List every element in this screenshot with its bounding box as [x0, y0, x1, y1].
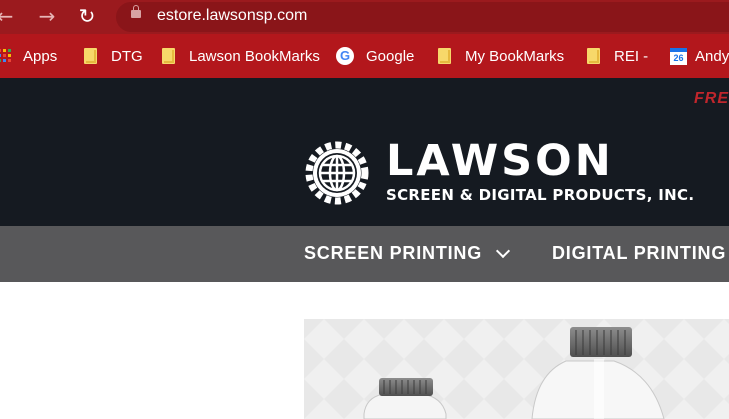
bookmark-google[interactable]: G Google [336, 46, 414, 66]
apps-grid-icon [0, 49, 11, 63]
reload-icon[interactable]: ↻ [76, 5, 98, 27]
url-text[interactable]: estore.lawsonsp.com [157, 7, 307, 25]
hero-image [304, 319, 729, 419]
promo-banner-text[interactable]: FRE [694, 90, 729, 108]
folder-icon [438, 48, 451, 64]
calendar-icon: 26 [670, 47, 687, 65]
logo-subtitle: SCREEN & DIGITAL PRODUCTS, INC. [386, 186, 695, 204]
bookmark-label: Google [366, 47, 415, 65]
bookmark-label: Andy [695, 47, 729, 65]
bookmark-label: My BookMarks [465, 47, 565, 65]
nav-item-screen-printing[interactable]: SCREEN PRINTING [304, 243, 511, 264]
back-arrow-icon[interactable]: ← [0, 5, 16, 27]
folder-icon [587, 48, 600, 64]
lock-icon[interactable] [131, 5, 141, 18]
lawson-logo[interactable]: LAWSON SCREEN & DIGITAL PRODUCTS, INC. [304, 136, 694, 208]
bookmark-dtg[interactable]: DTG [84, 46, 143, 66]
bookmark-label: Lawson BookMarks [189, 47, 320, 65]
nav-item-digital-printing[interactable]: DIGITAL PRINTING [552, 243, 726, 264]
forward-arrow-icon[interactable]: → [36, 5, 58, 27]
globe-gear-icon [305, 141, 369, 205]
bookmark-apps[interactable]: Apps [0, 46, 57, 66]
browser-toolbar: ← → ↻ estore.lawsonsp.com [0, 0, 729, 34]
nav-item-label: SCREEN PRINTING [304, 243, 483, 263]
bookmark-label: Apps [23, 47, 58, 65]
bookmark-label: DTG [111, 47, 143, 65]
folder-icon [84, 48, 97, 64]
logo-wordmark: LAWSON [386, 136, 614, 186]
bookmark-andy[interactable]: 26 Andy [670, 46, 729, 66]
bookmarks-bar: Apps DTG Lawson BookMarks G Google My Bo… [0, 34, 729, 78]
nav-item-label: DIGITAL PRINTING [552, 243, 727, 263]
google-icon: G [336, 47, 354, 65]
chevron-down-icon [495, 243, 511, 258]
bookmark-rei[interactable]: REI - [587, 46, 648, 66]
bookmark-label: REI - [614, 47, 649, 65]
main-nav: SCREEN PRINTING DIGITAL PRINTING [0, 226, 729, 282]
ink-bottles-image [304, 319, 729, 419]
bookmark-my-bookmarks[interactable]: My BookMarks [438, 46, 564, 66]
bookmark-lawson-bookmarks[interactable]: Lawson BookMarks [162, 46, 320, 66]
folder-icon [162, 48, 175, 64]
